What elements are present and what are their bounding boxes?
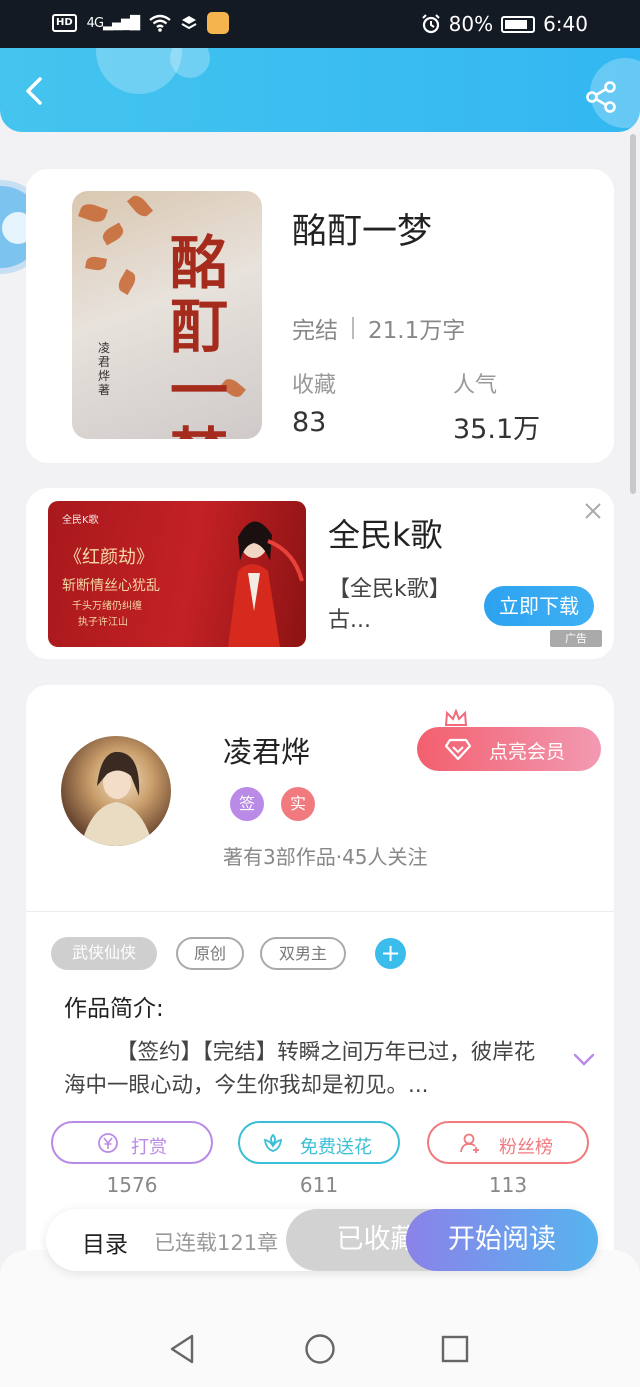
ad-description: 【全民k歌】古... (328, 577, 451, 633)
popularity-label: 人气 (453, 373, 498, 398)
fan-ranking-button[interactable]: 粉丝榜 (427, 1121, 589, 1164)
ad-figure-illustration (228, 521, 304, 647)
ad-image-line: 斩断情丝心犹乱 (62, 578, 160, 594)
intro-label: 作品简介: (64, 996, 164, 1022)
ad-image-line: 千头万绪仍纠缠 (72, 601, 142, 612)
network-type: 4G (86, 15, 104, 31)
genre-tag[interactable]: 双男主 (260, 937, 346, 970)
status-right: 80% 6:40 (421, 12, 588, 36)
share-button[interactable] (584, 80, 618, 114)
cover-leaf (126, 192, 154, 220)
scrollbar[interactable] (630, 134, 636, 494)
coin-icon (98, 1133, 118, 1153)
serial-status: 已连载121章 (154, 1231, 279, 1255)
toc-button[interactable]: 目录 (82, 1225, 128, 1259)
fan-ranking-label: 粉丝榜 (499, 1137, 553, 1158)
intro-text[interactable]: 【签约】【完结】转瞬之间万年已过，彼岸花海中一眼心动，今生你我却是初见。... (64, 1036, 544, 1102)
author-avatar[interactable] (61, 736, 171, 846)
book-cover[interactable]: 酩酊一梦 凌君烨著 (72, 191, 262, 439)
cover-leaf (99, 222, 127, 246)
genre-tag[interactable]: 武侠仙侠 (51, 937, 157, 970)
battery-percent: 80% (448, 12, 494, 36)
ad-badge: 广告 (550, 630, 602, 647)
cover-leaf (78, 201, 108, 225)
cover-leaf (85, 255, 107, 272)
book-title: 酩酊一梦 (292, 212, 433, 252)
status-bar: HD 4G▂▄▆█ 80% 6:40 (0, 0, 640, 48)
top-header (0, 48, 640, 132)
add-tag-button[interactable]: + (375, 938, 406, 969)
fans-icon (460, 1133, 479, 1153)
battery-icon (501, 15, 536, 33)
word-count: 21.1万字 (368, 318, 466, 344)
book-meta: 完结 21.1万字 (292, 311, 465, 345)
genre-tag[interactable]: 原创 (176, 937, 244, 970)
wifi-icon (149, 14, 171, 32)
close-ad-button[interactable] (582, 500, 604, 522)
book-status: 完结 (292, 318, 338, 344)
reading-action-bar: 目录 已连载121章 已收藏 开始阅读 (46, 1209, 598, 1271)
verified-badge: 实 (281, 787, 315, 821)
cover-author: 凌君烨著 (98, 341, 111, 397)
divider (26, 911, 614, 912)
meta-divider (352, 317, 354, 339)
tip-button-label: 打赏 (131, 1137, 167, 1158)
chevron-down-icon[interactable] (572, 1051, 596, 1069)
flower-count: 611 (299, 1173, 339, 1197)
send-flower-button[interactable]: 免费送花 (238, 1121, 400, 1164)
status-left: HD 4G▂▄▆█ (52, 12, 230, 34)
ad-card[interactable]: 全民K歌 《红颜劫》 斩断情丝心犹乱 千头万绪仍纠缠 执子许江山 全民k歌 【全… (26, 488, 614, 659)
header-decoration (96, 48, 182, 94)
book-info-card: 酩酊一梦 凌君烨著 酩酊一梦 完结 21.1万字 收藏 83 人气 35.1万 (26, 169, 614, 463)
app-notification-icon (207, 12, 230, 34)
flower-icon (263, 1133, 283, 1152)
tip-count: 1576 (106, 1173, 158, 1197)
author-summary: 著有3部作品·45人关注 (223, 845, 428, 869)
vip-button-label: 点亮会员 (489, 741, 566, 763)
ad-image[interactable]: 全民K歌 《红颜劫》 斩断情丝心犹乱 千头万绪仍纠缠 执子许江山 (48, 501, 306, 647)
fan-count: 113 (488, 1173, 528, 1197)
layers-icon (181, 16, 197, 30)
diamond-icon (445, 738, 471, 760)
nav-recents-icon[interactable] (438, 1332, 472, 1366)
cellular-signal-icon: 4G▂▄▆█ (86, 15, 140, 31)
header-decoration (170, 48, 210, 78)
popularity-value: 35.1万 (453, 414, 541, 445)
favorites-label: 收藏 (292, 373, 337, 398)
ad-image-line: 执子许江山 (78, 617, 128, 628)
tip-button[interactable]: 打赏 (51, 1121, 213, 1164)
cover-title: 酩酊一梦 (169, 229, 228, 439)
cover-leaf (115, 268, 139, 296)
author-name[interactable]: 凌君烨 (223, 729, 310, 771)
send-flower-label: 免费送花 (300, 1137, 372, 1158)
vip-button[interactable]: 点亮会员 (417, 727, 601, 771)
download-button[interactable]: 立即下载 (484, 586, 594, 626)
ad-title: 全民k歌 (328, 516, 443, 554)
start-reading-button[interactable]: 开始阅读 (406, 1209, 598, 1271)
alarm-icon (421, 14, 440, 34)
signed-badge: 签 (230, 787, 264, 821)
clock: 6:40 (543, 12, 588, 36)
avatar-illustration (81, 751, 153, 846)
crown-icon (444, 709, 468, 726)
nav-back-icon[interactable] (166, 1332, 200, 1366)
favorites-count: 83 (292, 407, 327, 438)
hd-indicator: HD (52, 14, 77, 32)
ad-image-logo: 全民K歌 (62, 515, 99, 526)
back-button[interactable] (18, 74, 52, 108)
nav-home-icon[interactable] (303, 1332, 337, 1366)
ad-image-title: 《红颜劫》 (64, 547, 154, 568)
